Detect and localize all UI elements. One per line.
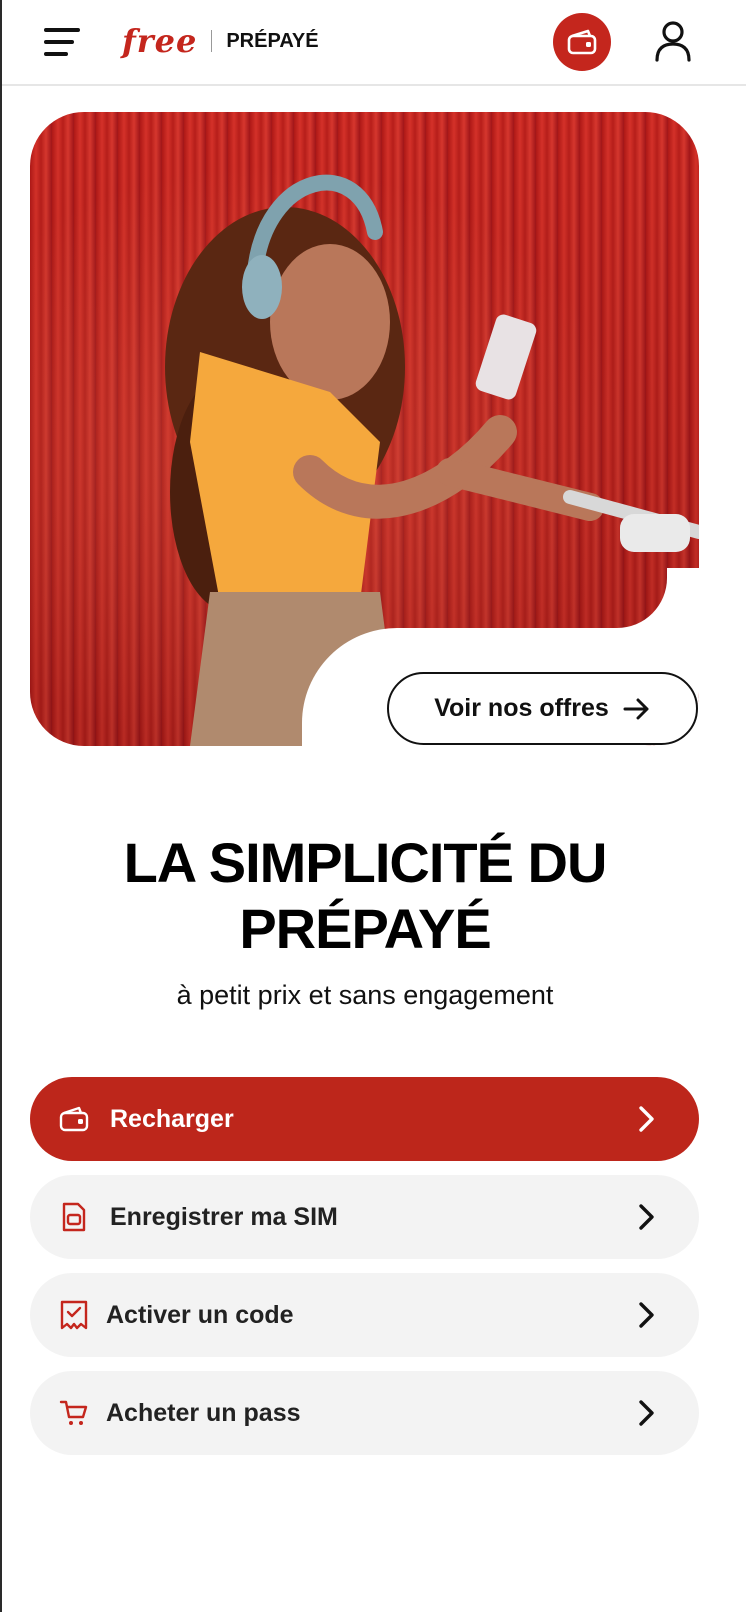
buy-pass-button[interactable]: Acheter un pass [30,1371,699,1455]
wallet-icon [567,29,597,55]
chevron-right-icon [639,1204,654,1230]
see-offers-label: Voir nos offres [434,694,609,722]
page-title: LA SIMPLICITÉ DU PRÉPAYÉ [0,830,730,962]
user-icon[interactable] [650,18,696,64]
register-sim-button[interactable]: Enregistrer ma SIM [30,1175,699,1259]
recharge-button[interactable]: Recharger [30,1077,699,1161]
arrow-right-icon [623,698,649,719]
free-prepaye-logo[interactable]: free PRÉPAYÉ [122,18,319,64]
wallet-button[interactable] [553,13,611,71]
buy-pass-label: Acheter un pass [106,1398,301,1427]
activate-code-label: Activer un code [106,1300,294,1329]
hamburger-menu-icon[interactable] [44,26,84,58]
top-header: free PRÉPAYÉ [2,0,746,86]
logo-brand: free [122,22,198,60]
see-offers-button[interactable]: Voir nos offres [387,672,698,745]
register-sim-label: Enregistrer ma SIM [110,1202,338,1231]
wallet-icon [58,1103,90,1135]
hero-image [30,112,699,746]
page-title-line1: LA SIMPLICITÉ DU [123,831,608,894]
chevron-right-icon [639,1106,654,1132]
page-title-line2: PRÉPAYÉ [239,897,491,960]
chevron-right-icon [639,1302,654,1328]
page-subtitle: à petit prix et sans engagement [176,980,554,1010]
sim-card-icon [58,1201,90,1233]
ticket-check-icon [58,1299,90,1331]
activate-code-button[interactable]: Activer un code [30,1273,699,1357]
window-edge [0,0,2,1612]
chevron-right-icon [639,1400,654,1426]
logo-separator [211,30,213,52]
logo-product: PRÉPAYÉ [226,29,319,52]
recharge-label: Recharger [110,1104,234,1133]
cart-icon [58,1397,90,1429]
